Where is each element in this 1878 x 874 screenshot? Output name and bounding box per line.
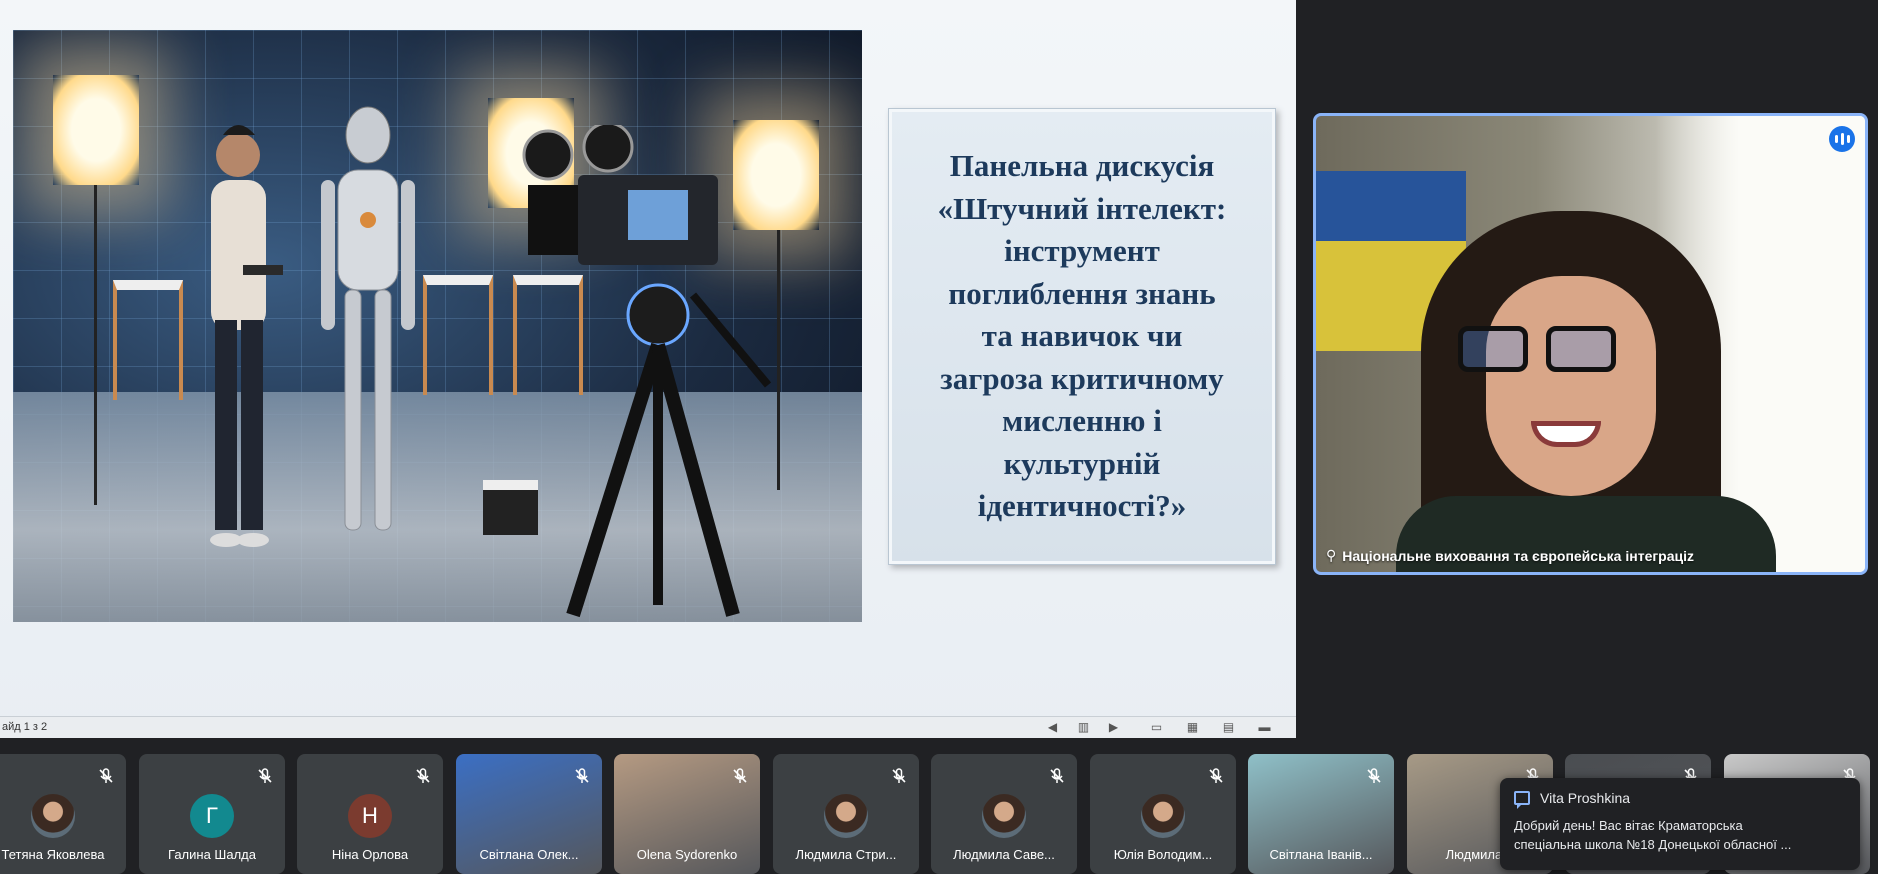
mic-off-icon: [1050, 768, 1064, 783]
participant-avatar: [824, 794, 868, 838]
participant-tile[interactable]: Людмила Саве...: [931, 754, 1077, 874]
active-speaker-icon: [1829, 126, 1855, 152]
mic-off-icon: [258, 768, 272, 783]
chat-notification[interactable]: Vita Proshkina Добрий день! Вас вітає Кр…: [1500, 778, 1860, 870]
mic-off-icon: [99, 768, 113, 783]
slide-title-box: Панельна дискусія «Штучний інтелект: інс…: [888, 108, 1276, 565]
grid-view-icon[interactable]: ▦: [1186, 721, 1199, 734]
participant-name: Людмила Стри...: [795, 847, 897, 862]
shared-presentation-slide: Панельна дискусія «Штучний інтелект: інс…: [0, 0, 1296, 738]
slide-illustration-film-set: [13, 30, 862, 622]
slide-counter: айд 1 з 2: [2, 721, 48, 733]
mic-off-icon: [733, 768, 747, 783]
participant-avatar: Г: [190, 794, 234, 838]
mic-off-icon: [575, 768, 589, 783]
participant-tile[interactable]: Людмила Стри...: [773, 754, 919, 874]
slide-title: Панельна дискусія «Штучний інтелект: інс…: [937, 148, 1227, 524]
meet-window: Панельна дискусія «Штучний інтелект: інс…: [0, 0, 1878, 874]
participant-tile[interactable]: Світлана Іванів...: [1248, 754, 1394, 874]
participant-avatar: Н: [348, 794, 392, 838]
normal-view-icon[interactable]: ▭: [1150, 721, 1163, 734]
mic-off-icon: [416, 768, 430, 783]
participant-tile[interactable]: Світлана Олек...: [456, 754, 602, 874]
participant-tile[interactable]: Н Ніна Орлова: [297, 754, 443, 874]
participant-avatar: [982, 794, 1026, 838]
presenting-icon: ⚲: [1326, 547, 1337, 563]
chat-sender: Vita Proshkina: [1540, 790, 1631, 806]
participant-name: Ніна Орлова: [331, 847, 409, 862]
presenter-name-row: ⚲ Національне виховання та європейська і…: [1326, 547, 1694, 564]
participant-name: Olena Sydorenko: [636, 847, 738, 862]
chat-icon: [1514, 791, 1530, 809]
participant-tile[interactable]: Olena Sydorenko: [614, 754, 760, 874]
slide-status-bar: айд 1 з 2 ◀ ▥ ▶ ▭ ▦ ▤ ▬: [0, 716, 1296, 738]
previous-slide-icon[interactable]: ◀: [1046, 721, 1059, 734]
presenter-video-tile[interactable]: ⚲ Національне виховання та європейська і…: [1313, 113, 1868, 575]
presenter-name: Національне виховання та європейська інт…: [1342, 547, 1695, 564]
participant-name: Світлана Іванів...: [1269, 847, 1373, 862]
chat-message: Добрий день! Вас вітає Краматорська спец…: [1514, 818, 1792, 852]
participant-name: Людмила Саве...: [953, 847, 1055, 862]
slideshow-icon[interactable]: ▬: [1258, 721, 1271, 734]
reading-view-icon[interactable]: ▤: [1222, 721, 1235, 734]
mic-off-icon: [892, 768, 906, 783]
mic-off-icon: [1367, 768, 1381, 783]
participant-name: Світлана Олек...: [479, 847, 579, 862]
participant-avatar: [1141, 794, 1185, 838]
next-slide-icon[interactable]: ▶: [1107, 721, 1120, 734]
participant-name: Тетяна Яковлева: [1, 847, 105, 862]
participant-tile[interactable]: Юлія Володим...: [1090, 754, 1236, 874]
slide-sorter-icon[interactable]: ▥: [1077, 721, 1090, 734]
participant-avatar: [31, 794, 75, 838]
participant-tile[interactable]: Г Галина Шалда: [139, 754, 285, 874]
participant-tile[interactable]: Тетяна Яковлева: [0, 754, 126, 874]
participant-name: Юлія Володим...: [1113, 847, 1213, 862]
mic-off-icon: [1209, 768, 1223, 783]
participant-name: Галина Шалда: [168, 847, 256, 862]
